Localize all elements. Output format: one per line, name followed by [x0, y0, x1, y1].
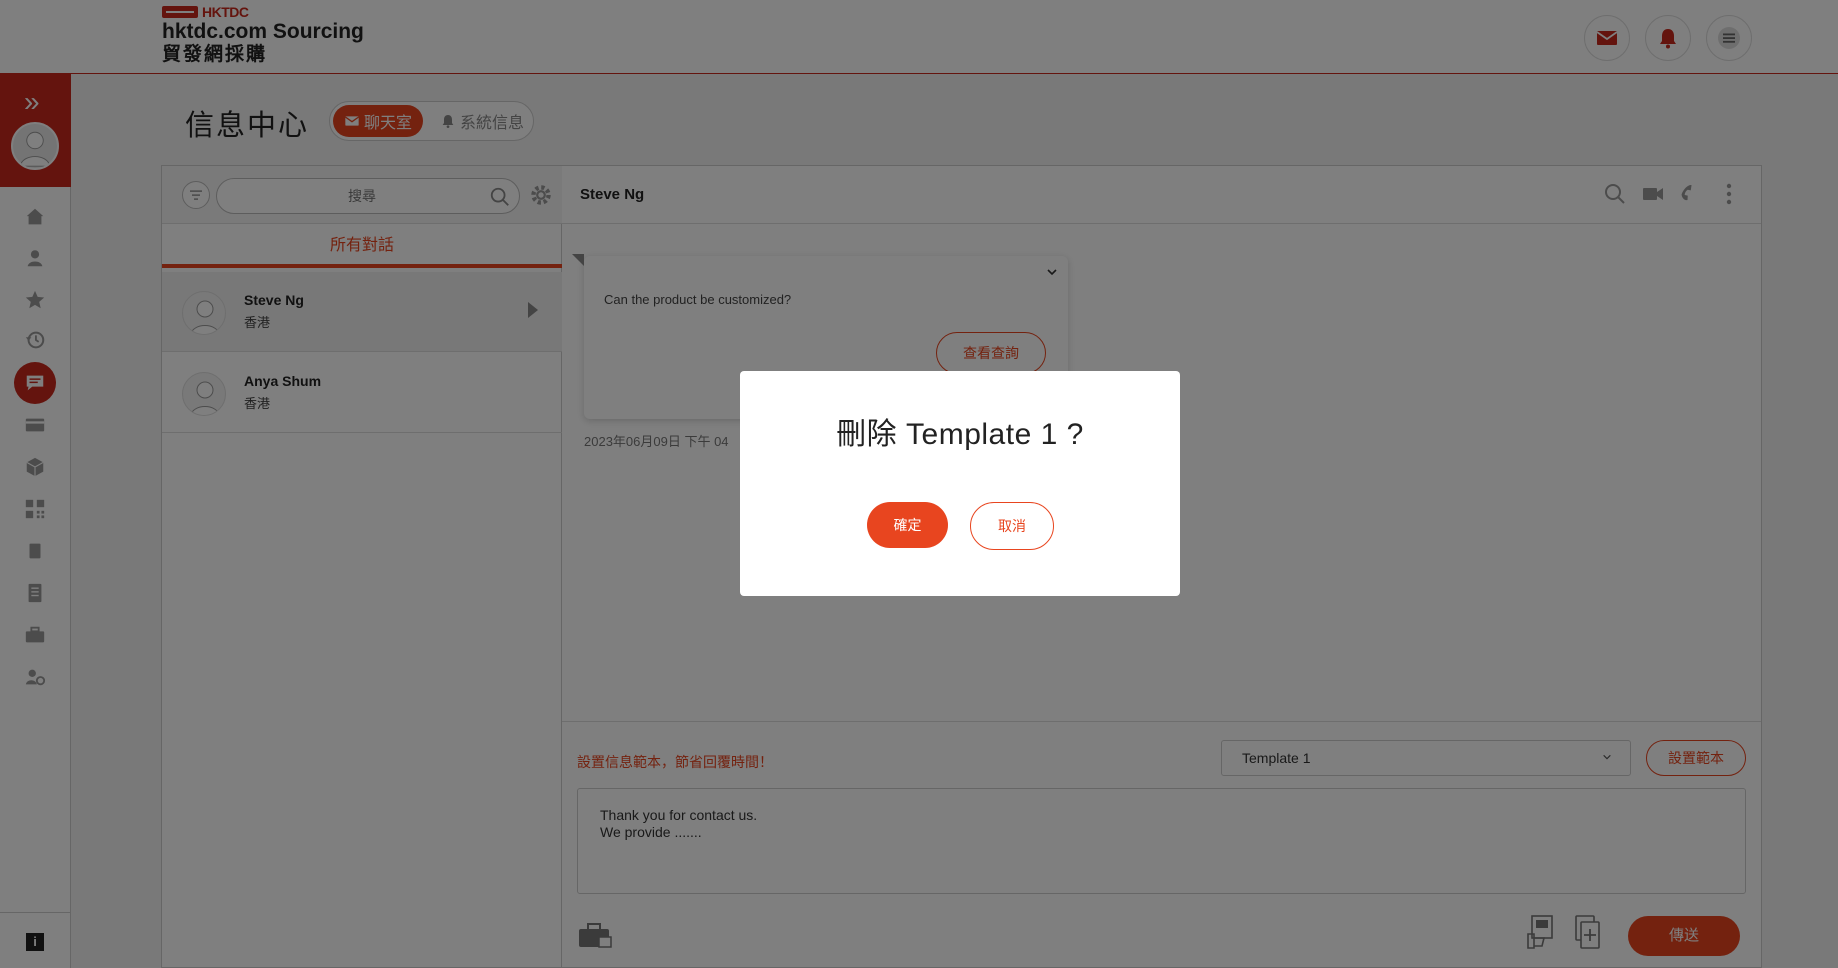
cancel-button[interactable]: 取消 [970, 502, 1054, 550]
dialog-title: 刪除 Template 1 ? [836, 418, 1084, 451]
confirm-button[interactable]: 確定 [867, 502, 948, 548]
delete-template-dialog: 刪除 Template 1 ? 確定 取消 [740, 371, 1180, 596]
